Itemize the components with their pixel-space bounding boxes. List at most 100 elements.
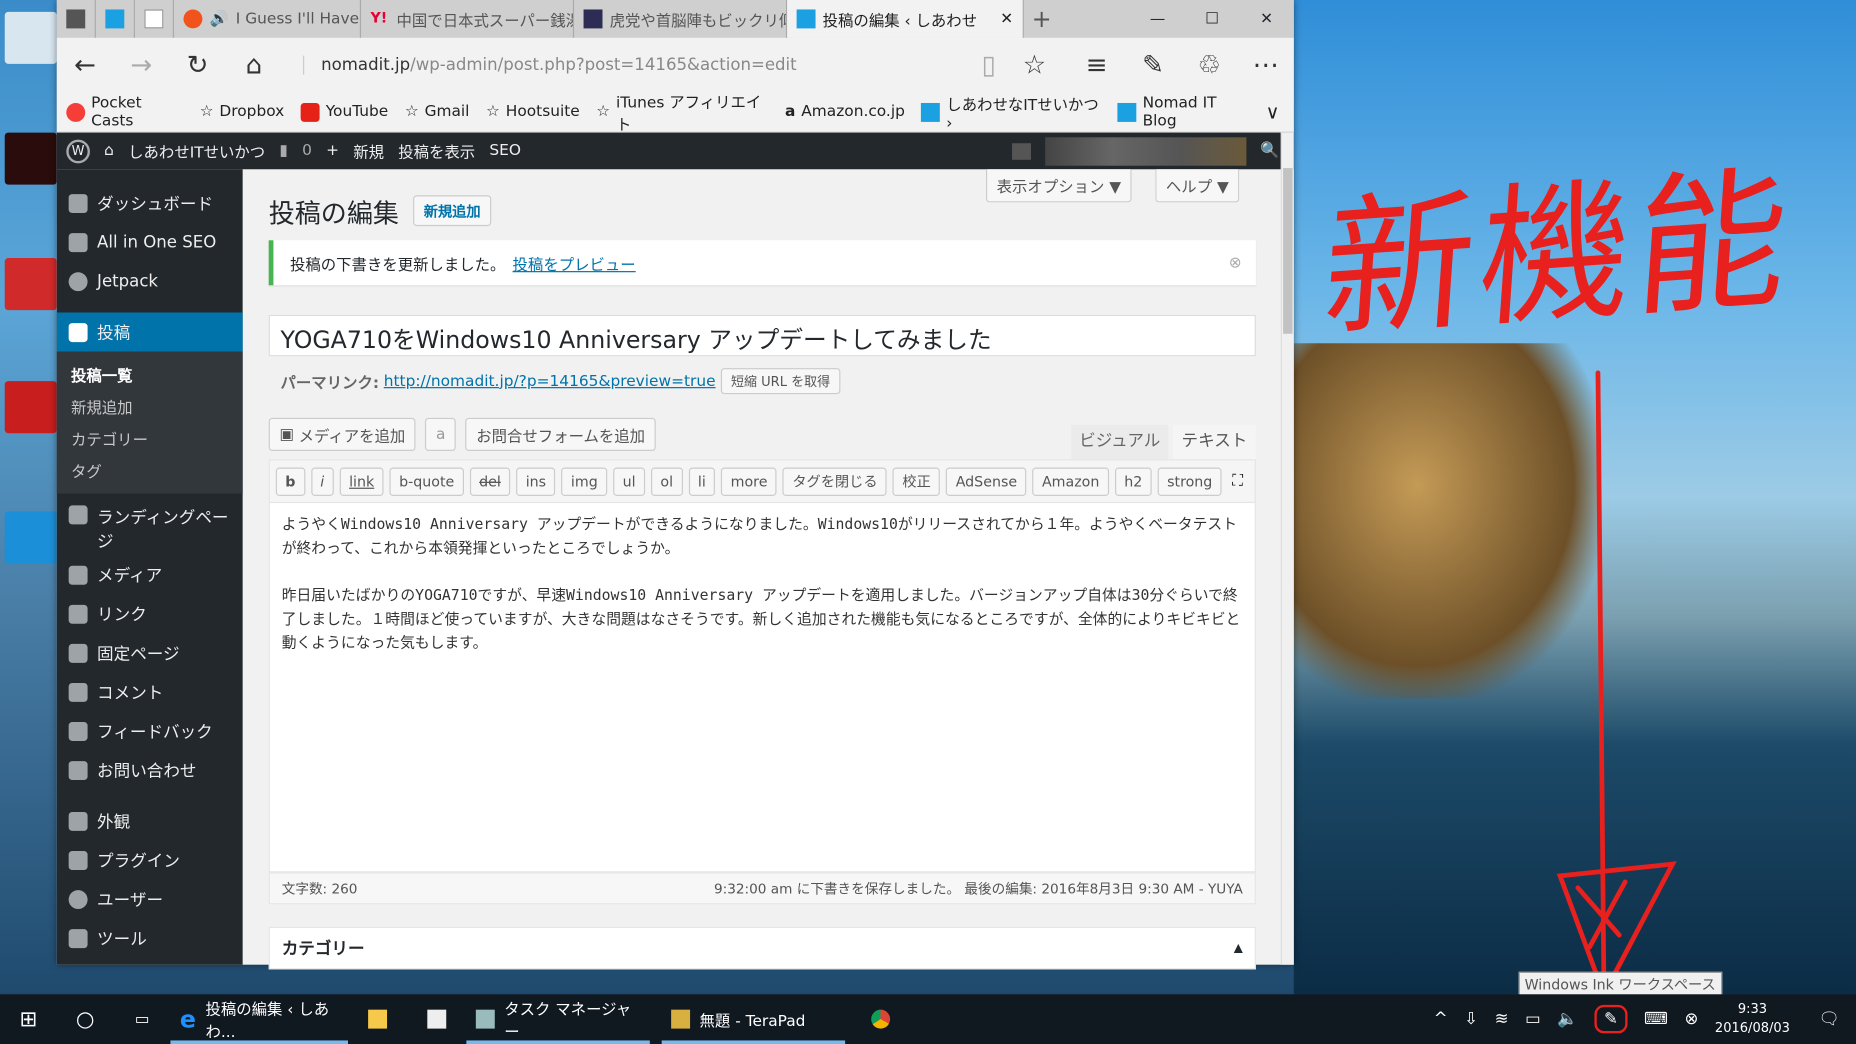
refresh-icon[interactable]: ↻ <box>169 50 225 80</box>
quicktag-button[interactable]: タグを閉じる <box>782 466 888 496</box>
site-name-link[interactable]: しあわせITせいかつ <box>128 140 265 162</box>
post-title-input[interactable]: YOGA710をWindows10 Anniversary アップデートしてみま… <box>268 314 1256 357</box>
sidebar-item-jetpack[interactable]: Jetpack <box>57 262 243 301</box>
sidebar-item-users[interactable]: ユーザー <box>57 879 243 918</box>
minimize-button[interactable]: — <box>1130 10 1184 28</box>
scrollbar[interactable] <box>1280 132 1294 965</box>
favorite-item[interactable]: ☆ Hootsuite <box>486 103 580 121</box>
quicktag-button[interactable]: img <box>561 466 608 496</box>
sidebar-item-appearance[interactable]: 外観 <box>57 801 243 840</box>
quicktag-button[interactable]: li <box>688 466 716 496</box>
quicktag-button[interactable]: 校正 <box>892 466 941 496</box>
battery-icon[interactable]: ▭ <box>1525 1010 1541 1029</box>
tab-visual[interactable]: ビジュアル <box>1071 424 1169 460</box>
submenu-categories[interactable]: カテゴリー <box>57 423 243 455</box>
search-icon[interactable]: 🔍 <box>1260 142 1279 160</box>
sidebar-item-feedback[interactable]: フィードバック <box>57 711 243 750</box>
taskbar-app-edge[interactable]: e 投稿の編集 ‹ しあわ... <box>170 994 348 1044</box>
download-icon[interactable]: ⇩ <box>1464 1010 1478 1029</box>
sidebar-item-landing[interactable]: ランディングページ <box>57 501 243 555</box>
help-button[interactable]: ヘルプ ▼ <box>1155 169 1240 203</box>
sidebar-item-seo[interactable]: All in One SEO <box>57 223 243 262</box>
taskbar-app-terapad[interactable]: 無題 - TeraPad <box>661 994 846 1044</box>
submenu-all-posts[interactable]: 投稿一覧 <box>57 359 243 391</box>
home-icon[interactable]: ⌂ <box>226 50 282 80</box>
favorite-item[interactable]: しあわせなITせいかつ › <box>921 92 1101 132</box>
quicktag-button[interactable]: ins <box>516 466 556 496</box>
comment-count[interactable]: 0 <box>302 142 312 160</box>
chevron-down-icon[interactable]: ∨ <box>1266 101 1280 123</box>
task-view-icon[interactable]: ▭ <box>114 994 171 1044</box>
taskbar-app-store[interactable] <box>407 994 466 1044</box>
tab[interactable]: 虎党や首脳陣もビックリ仰 <box>574 0 788 38</box>
volume-icon[interactable]: 🔈 <box>1557 1010 1578 1029</box>
start-button[interactable]: ⊞ <box>0 994 57 1044</box>
quicktag-button[interactable]: ol <box>650 466 683 496</box>
sidebar-item-posts[interactable]: 投稿 <box>56 312 243 352</box>
recycle-bin-icon[interactable] <box>4 11 57 64</box>
submenu-add-new[interactable]: 新規追加 <box>57 391 243 423</box>
user-account-blurred[interactable] <box>1044 136 1247 166</box>
tab[interactable] <box>96 0 135 38</box>
tab-active[interactable]: 投稿の編集 ‹ しあわせ ✕ <box>787 0 1024 38</box>
content-textarea[interactable]: ようやくWindows10 Anniversary アップデートができるようにな… <box>268 503 1256 873</box>
preview-link[interactable]: 投稿をプレビュー <box>513 252 636 274</box>
close-window-button[interactable]: ✕ <box>1239 10 1293 28</box>
tab[interactable]: Y! 中国で日本式スーパー銭湯 <box>361 0 575 38</box>
favorite-item[interactable]: ☆ Gmail <box>405 103 470 121</box>
sidebar-item-links[interactable]: リンク <box>57 594 243 633</box>
category-box[interactable]: カテゴリー ▲ <box>268 926 1256 970</box>
tab[interactable] <box>57 0 96 38</box>
quicktag-button[interactable]: link <box>339 466 384 496</box>
windows-upgrade-icon[interactable] <box>4 511 57 564</box>
new-link[interactable]: 新規 <box>353 140 384 162</box>
action-center-icon[interactable]: 🗨 <box>1818 1010 1839 1029</box>
favorite-item[interactable]: YouTube <box>300 102 388 122</box>
cortana-icon[interactable]: ○ <box>57 994 114 1044</box>
add-media-button[interactable]: ▣ メディアを追加 <box>268 417 416 451</box>
favorite-item[interactable]: Nomad IT Blog <box>1117 94 1249 130</box>
quicktag-button[interactable]: ul <box>613 466 646 496</box>
keyboard-icon[interactable]: ⌨ <box>1644 1010 1668 1029</box>
fullscreen-icon[interactable]: ⛶ <box>1232 472 1243 490</box>
hub-icon[interactable]: ≡ <box>1069 50 1125 80</box>
sidebar-item-pages[interactable]: 固定ページ <box>57 633 243 672</box>
sidebar-item-comments[interactable]: コメント <box>57 672 243 711</box>
windows-ink-icon[interactable]: ✎ <box>1594 1004 1628 1034</box>
quicktag-button[interactable]: Amazon <box>1032 466 1109 496</box>
wordpress-logo-icon[interactable]: W <box>66 139 90 163</box>
quicktag-button[interactable]: i <box>310 466 334 496</box>
sidebar-item-tools[interactable]: ツール <box>57 919 243 958</box>
forward-icon[interactable]: → <box>113 50 169 80</box>
quicktag-button[interactable]: b-quote <box>389 466 464 496</box>
web-note-icon[interactable]: ✎ <box>1125 50 1181 80</box>
taskbar-app-task-manager[interactable]: タスク マネージャー <box>466 994 650 1044</box>
wifi-icon[interactable]: ≋ <box>1495 1010 1509 1029</box>
favorite-item[interactable]: Pocket Casts <box>66 94 183 130</box>
reader-icon[interactable] <box>4 381 57 434</box>
favorite-item[interactable]: a Amazon.co.jp <box>785 103 905 121</box>
more-icon[interactable]: ⋯ <box>1238 50 1294 80</box>
clock[interactable]: 9:33 2016/08/03 <box>1715 1000 1790 1038</box>
amazon-button[interactable]: a <box>425 417 457 451</box>
favorite-item[interactable]: ☆ iTunes アフィリエイト <box>596 89 768 134</box>
collapse-arrow-icon[interactable]: ▲ <box>1234 942 1243 955</box>
reading-view-icon[interactable]: ▯ <box>960 50 1016 80</box>
permalink-link[interactable]: http://nomadit.jp/?p=14165&preview=true <box>384 372 716 390</box>
tab-text[interactable]: テキスト <box>1173 424 1256 460</box>
favorite-item[interactable]: ☆ Dropbox <box>200 103 285 121</box>
quicktag-button[interactable]: del <box>469 466 511 496</box>
add-new-button[interactable]: 新規追加 <box>413 195 492 227</box>
dismiss-icon[interactable]: ⊗ <box>1229 254 1242 272</box>
adobe-app-icon[interactable] <box>4 132 57 185</box>
quicktag-button[interactable]: b <box>275 466 305 496</box>
url-input[interactable]: nomadit.jp/wp-admin/post.php?post=14165&… <box>303 55 960 75</box>
shortlink-button[interactable]: 短縮 URL を取得 <box>720 368 841 395</box>
quicktag-button[interactable]: AdSense <box>946 466 1027 496</box>
quicktag-button[interactable]: h2 <box>1114 466 1152 496</box>
screen-options-button[interactable]: 表示オプション ▼ <box>985 169 1132 203</box>
share-icon[interactable]: ♲ <box>1181 50 1237 80</box>
new-tab-button[interactable]: + <box>1024 5 1060 33</box>
tab[interactable]: 🔊 I Guess I'll Have to <box>174 0 362 38</box>
add-contact-form-button[interactable]: お問合せフォームを追加 <box>465 417 656 451</box>
